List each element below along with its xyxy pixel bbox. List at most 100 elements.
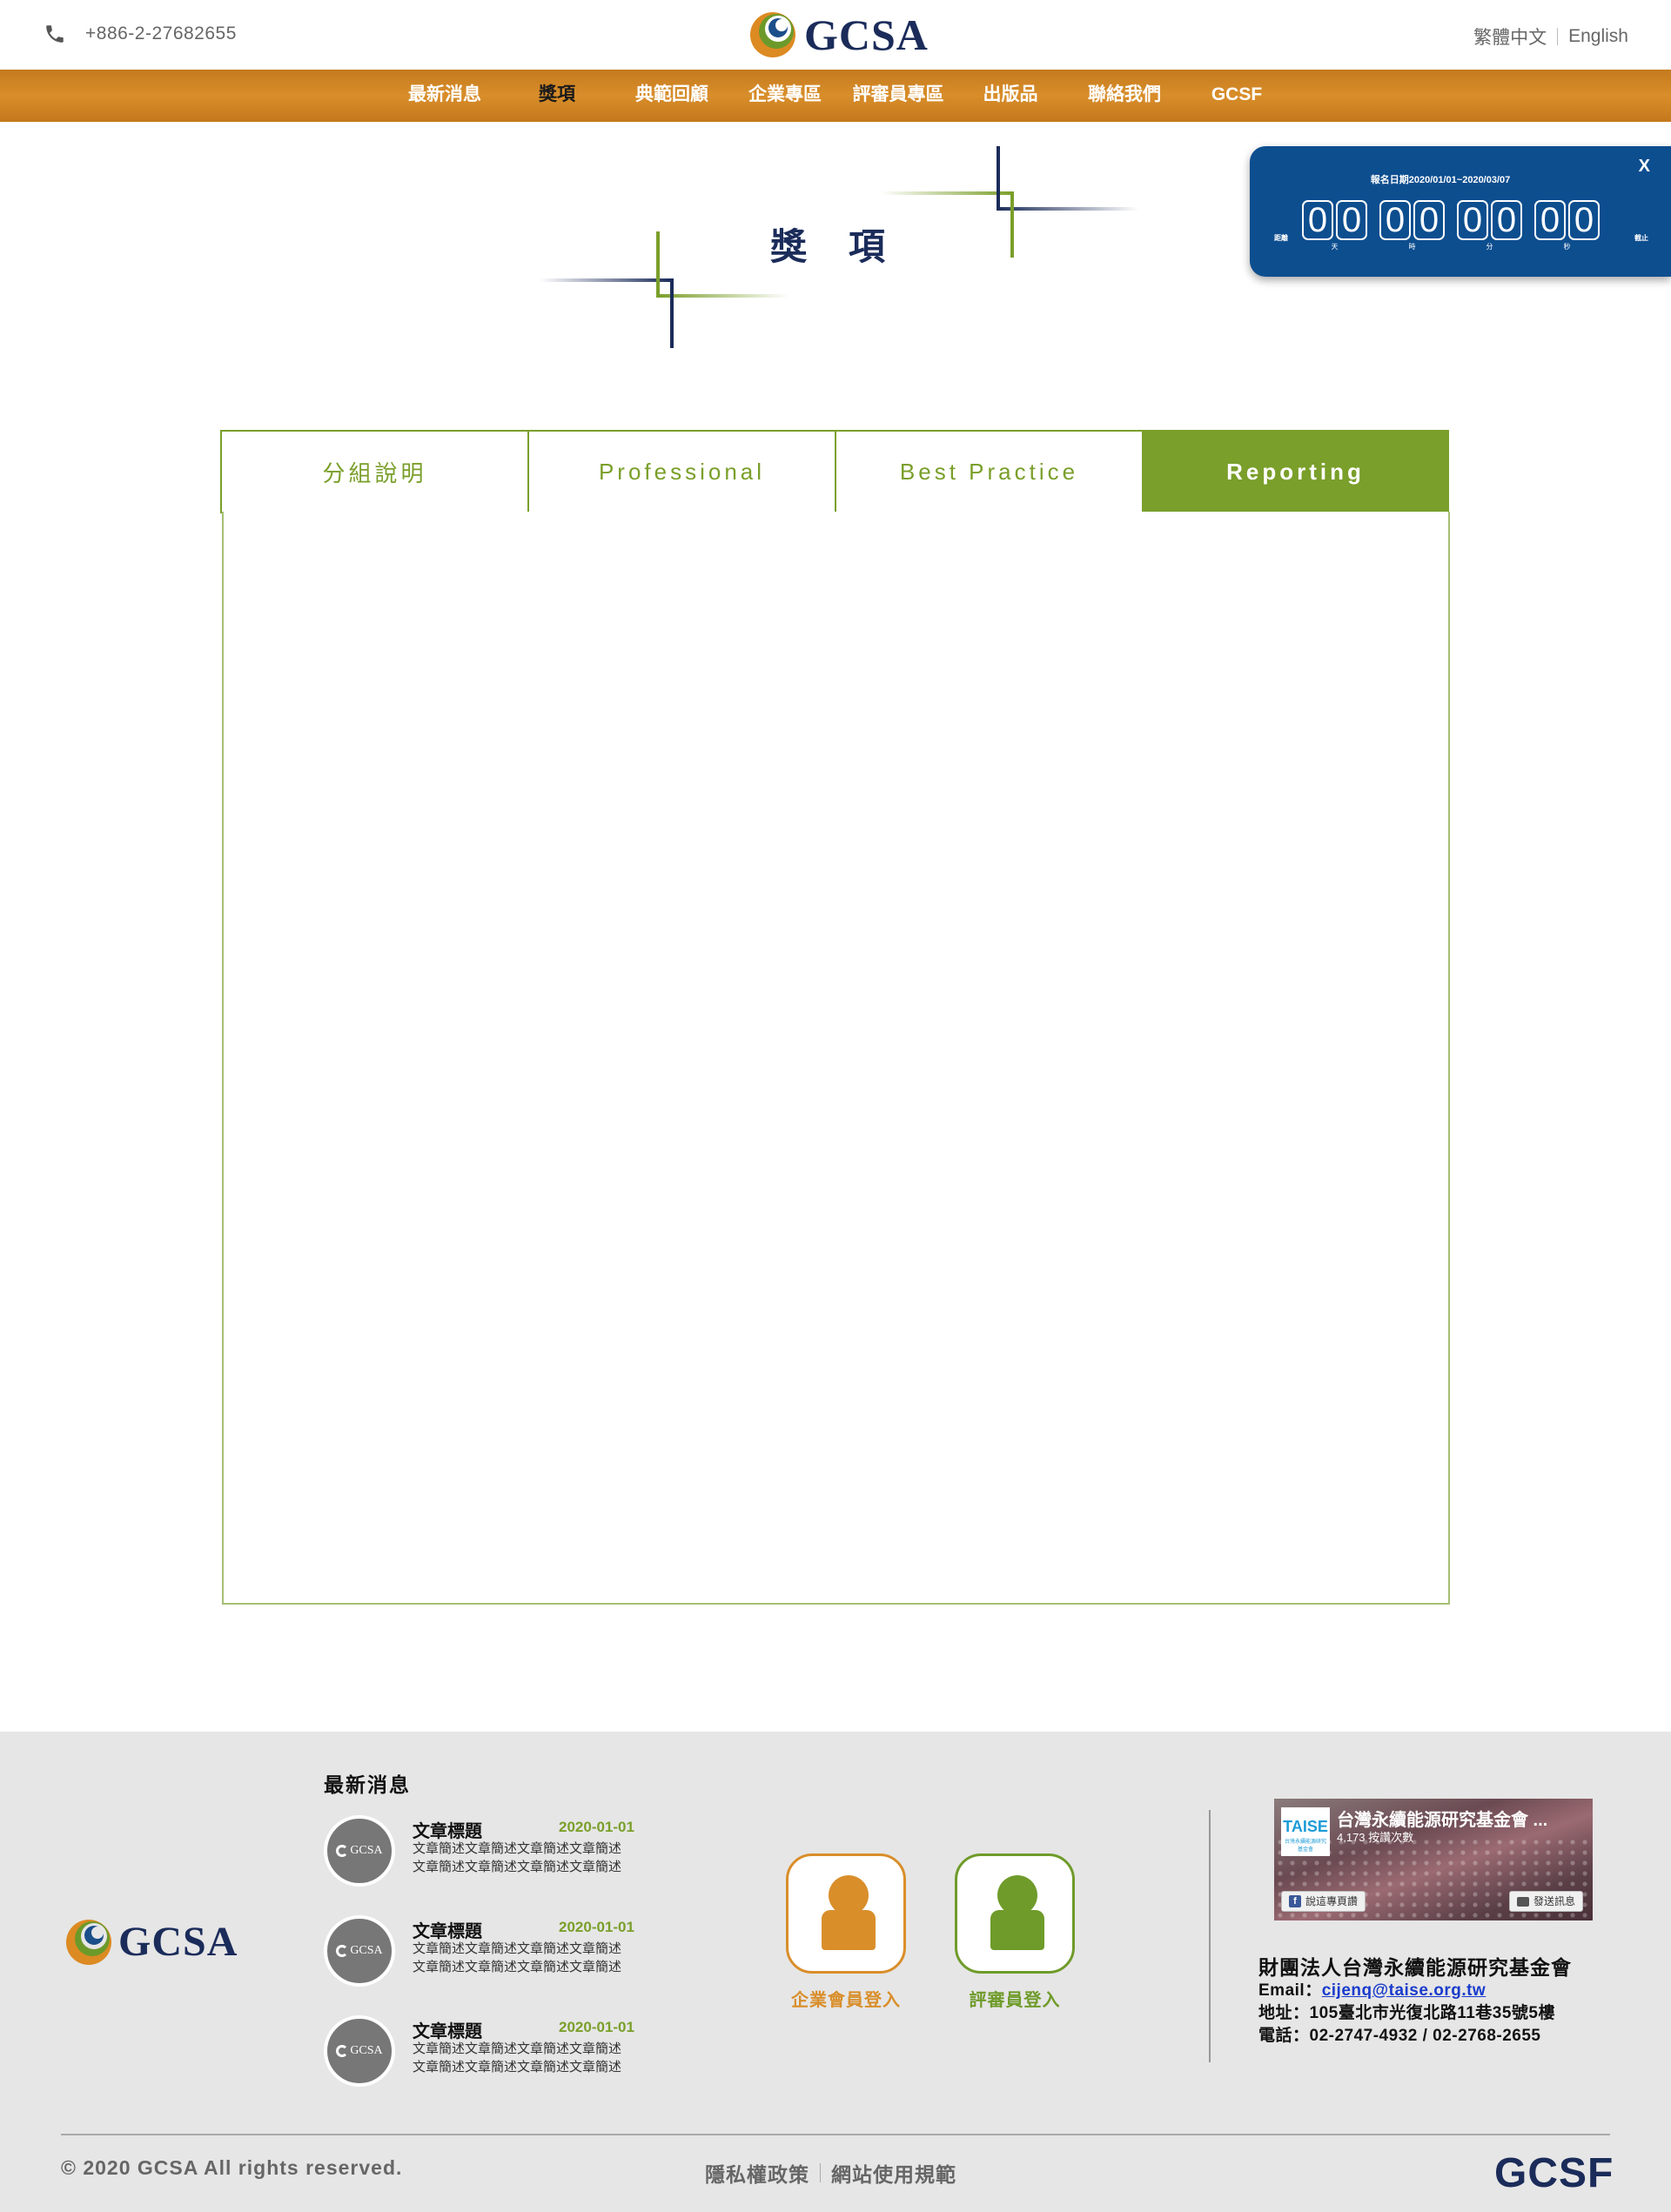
countdown-digit: 0 bbox=[1336, 200, 1367, 240]
news-description: 文章簡述文章簡述文章簡述文章簡述 文章簡述文章簡述文章簡述文章簡述 bbox=[413, 1940, 648, 1976]
news-title: 文章標題 bbox=[413, 1822, 482, 1841]
lang-zh-link[interactable]: 繁體中文 bbox=[1473, 23, 1547, 50]
facebook-message-button[interactable]: 發送訊息 bbox=[1509, 1891, 1584, 1912]
footer-news-heading: 最新消息 bbox=[324, 1773, 411, 1796]
footer-divider bbox=[1209, 1810, 1211, 2062]
countdown-digit: 0 bbox=[1379, 200, 1411, 240]
countdown-digit: 0 bbox=[1302, 200, 1333, 240]
news-date: 2020-01-01 bbox=[559, 1819, 634, 1835]
tab-reporting[interactable]: Reporting bbox=[1142, 430, 1449, 513]
main-nav: 最新消息 獎項 典範回顧 企業專區 評審員專區 出版品 聯絡我們 GCSF bbox=[0, 70, 1671, 122]
tab-professional[interactable]: Professional bbox=[527, 430, 835, 513]
site-logo[interactable]: GCSA bbox=[748, 10, 929, 59]
thumb-label: GCSA bbox=[350, 1844, 383, 1857]
org-name: 財團法人台灣永續能源研究基金會 bbox=[1258, 1956, 1572, 1979]
news-thumbnail: GCSA bbox=[324, 2015, 395, 2087]
judge-login-box bbox=[955, 1853, 1075, 1974]
policy-divider bbox=[820, 2163, 821, 2182]
news-desc-line: 文章簡述文章簡述文章簡述文章簡述 bbox=[413, 2060, 622, 2075]
footer-logo-text: GCSA bbox=[118, 1919, 238, 1965]
thumb-label: GCSA bbox=[350, 2044, 383, 2057]
news-title: 文章標題 bbox=[413, 1922, 482, 1941]
nav-item-news[interactable]: 最新消息 bbox=[399, 70, 491, 122]
countdown-unit: 時 bbox=[1408, 243, 1416, 251]
footer-news-item[interactable]: GCSA 文章標題 2020-01-01 文章簡述文章簡述文章簡述文章簡述 文章… bbox=[324, 1815, 648, 1888]
nav-item-awards[interactable]: 獎項 bbox=[531, 70, 583, 122]
message-button-label: 發送訊息 bbox=[1533, 1895, 1576, 1907]
nav-item-judges[interactable]: 評審員專區 bbox=[846, 70, 950, 122]
org-phone: 電話：02-2747-4932 / 02-2768-2655 bbox=[1258, 2027, 1541, 2045]
thumb-label: GCSA bbox=[350, 1944, 383, 1957]
tab-best-practice[interactable]: Best Practice bbox=[835, 430, 1142, 513]
taise-logo-subtext: 台灣永續能源研究基金會 bbox=[1284, 1840, 1326, 1853]
news-desc-line: 文章簡述文章簡述文章簡述文章簡述 bbox=[413, 1941, 622, 1956]
countdown-left-label: 距離 bbox=[1274, 234, 1288, 242]
news-date: 2020-01-01 bbox=[559, 1919, 634, 1935]
award-tabs: 分組說明 Professional Best Practice Reportin… bbox=[220, 430, 1449, 513]
top-bar: +886-2-27682655 GCSA 繁體中文 English bbox=[0, 0, 1671, 70]
phone-number: +886-2-27682655 bbox=[85, 23, 237, 44]
privacy-policy-link[interactable]: 隱私權政策 bbox=[705, 2158, 809, 2188]
footer-logo[interactable]: GCSA bbox=[64, 1918, 238, 1967]
news-thumbnail: GCSA bbox=[324, 1815, 395, 1887]
countdown-seconds: 0 0 秒 bbox=[1534, 200, 1600, 251]
registration-countdown: X 報名日期2020/01/01~2020/03/07 距離 0 0 天 0 0… bbox=[1250, 146, 1671, 277]
countdown-digit: 0 bbox=[1491, 200, 1522, 240]
policy-links: 隱私權政策 網站使用規範 bbox=[705, 2158, 956, 2188]
email-link[interactable]: cijenq@taise.org.tw bbox=[1322, 1981, 1486, 2000]
news-thumbnail: GCSA bbox=[324, 1915, 395, 1987]
gcsa-logo-icon bbox=[66, 1920, 111, 1965]
gcsa-mini-logo-icon bbox=[336, 1945, 349, 1957]
footer-news-item[interactable]: GCSA 文章標題 2020-01-01 文章簡述文章簡述文章簡述文章簡述 文章… bbox=[324, 1915, 648, 1988]
news-desc-line: 文章簡述文章簡述文章簡述文章簡述 bbox=[413, 1860, 622, 1874]
email-label: Email： bbox=[1258, 1981, 1322, 2000]
countdown-close-button[interactable]: X bbox=[1639, 157, 1650, 177]
countdown-title: 報名日期2020/01/01~2020/03/07 bbox=[1370, 175, 1511, 185]
like-button-label: 說這專頁讚 bbox=[1305, 1895, 1359, 1907]
judge-login-button[interactable]: 評審員登入 bbox=[954, 1853, 1076, 2011]
countdown-digit: 0 bbox=[1413, 200, 1445, 240]
facebook-like-button[interactable]: f 說這專頁讚 bbox=[1281, 1891, 1366, 1912]
nav-item-review[interactable]: 典範回顧 bbox=[627, 70, 717, 122]
org-email: Email：cijenq@taise.org.tw bbox=[1258, 1977, 1486, 2001]
terms-of-use-link[interactable]: 網站使用規範 bbox=[831, 2158, 956, 2188]
countdown-digit: 0 bbox=[1568, 200, 1600, 240]
facebook-icon: f bbox=[1289, 1895, 1301, 1907]
nav-item-publications[interactable]: 出版品 bbox=[975, 70, 1046, 122]
taise-logo-text: TAISE bbox=[1283, 1818, 1328, 1835]
language-switcher: 繁體中文 English bbox=[1473, 23, 1628, 50]
facebook-page-widget[interactable]: TAISE 台灣永續能源研究基金會 台灣永續能源研究基金會 ... 4,173 … bbox=[1274, 1799, 1593, 1920]
gcsa-logo-icon bbox=[750, 12, 795, 57]
phone-contact[interactable]: +886-2-27682655 bbox=[44, 23, 237, 45]
lang-divider bbox=[1557, 28, 1559, 45]
phone-icon bbox=[46, 25, 64, 43]
news-desc-line: 文章簡述文章簡述文章簡述文章簡述 bbox=[413, 1960, 622, 1974]
judge-login-label: 評審員登入 bbox=[969, 1991, 1061, 2010]
news-desc-line: 文章簡述文章簡述文章簡述文章簡述 bbox=[413, 2041, 622, 2056]
nav-item-contact[interactable]: 聯絡我們 bbox=[1079, 70, 1170, 122]
tab-content-panel bbox=[222, 512, 1450, 1605]
gcsa-mini-logo-icon bbox=[336, 1845, 349, 1857]
member-login-button[interactable]: 企業會員登入 bbox=[785, 1853, 907, 2011]
site-footer: GCSA 最新消息 GCSA 文章標題 2020-01-01 文章簡述文章簡述文… bbox=[0, 1732, 1671, 2212]
user-icon-body bbox=[822, 1910, 876, 1950]
gcsf-brand[interactable]: GCSF bbox=[1494, 2149, 1614, 2197]
news-date: 2020-01-01 bbox=[559, 2019, 634, 2035]
countdown-unit: 分 bbox=[1486, 243, 1493, 251]
org-address: 地址：105臺北市光復北路11巷35號5樓 bbox=[1258, 2004, 1555, 2022]
countdown-unit: 秒 bbox=[1563, 243, 1571, 251]
copyright: © 2020 GCSA All rights reserved. bbox=[61, 2156, 403, 2179]
member-login-box bbox=[786, 1853, 906, 1974]
footer-news-item[interactable]: GCSA 文章標題 2020-01-01 文章簡述文章簡述文章簡述文章簡述 文章… bbox=[324, 2015, 648, 2088]
countdown-groups: 0 0 天 0 0 時 0 0 分 0 0 秒 bbox=[1302, 200, 1600, 251]
facebook-likes: 4,173 按讚次數 bbox=[1337, 1831, 1414, 1844]
lang-en-link[interactable]: English bbox=[1568, 26, 1628, 47]
news-title: 文章標題 bbox=[413, 2022, 482, 2041]
nav-item-enterprise[interactable]: 企業專區 bbox=[740, 70, 830, 122]
countdown-days: 0 0 天 bbox=[1302, 200, 1367, 251]
facebook-page-name[interactable]: 台灣永續能源研究基金會 ... bbox=[1337, 1806, 1547, 1831]
tab-category-info[interactable]: 分組說明 bbox=[220, 430, 527, 513]
countdown-digit: 0 bbox=[1534, 200, 1566, 240]
logo-text: GCSA bbox=[804, 10, 929, 59]
nav-item-gcsf[interactable]: GCSF bbox=[1205, 70, 1269, 122]
